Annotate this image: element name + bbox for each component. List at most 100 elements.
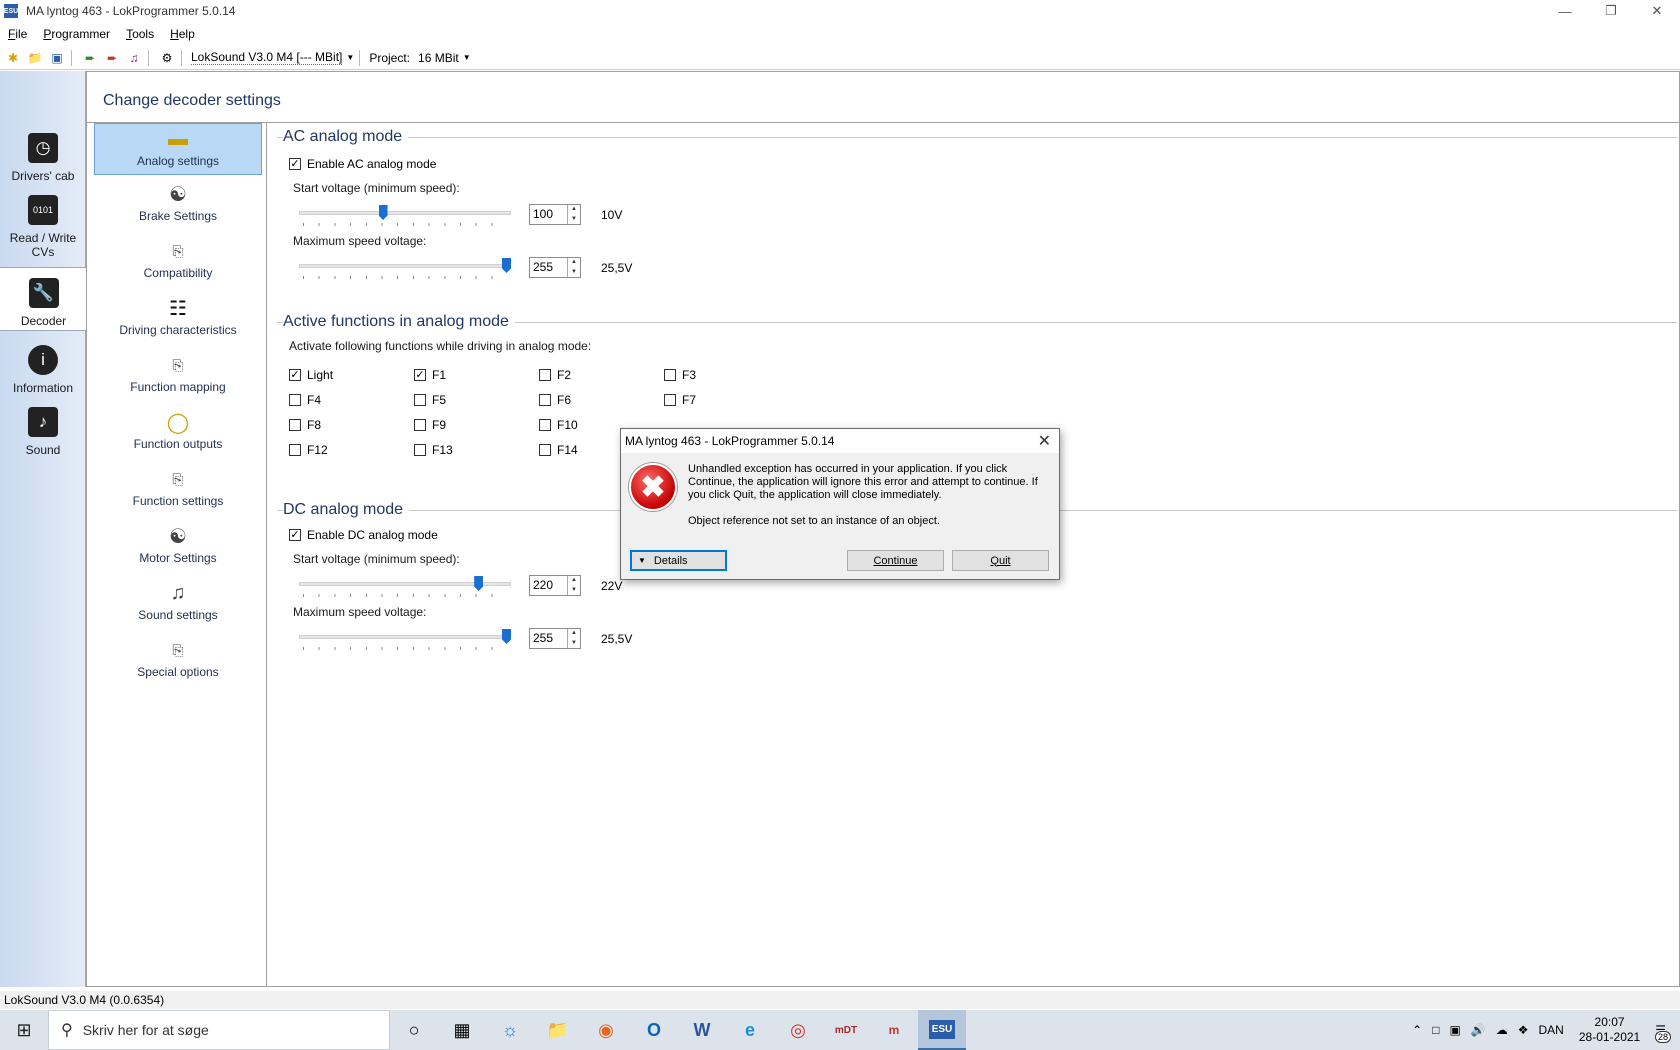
firefox-icon[interactable]: ◉ (582, 1010, 630, 1050)
spin-arrows[interactable]: ▲ ▼ (567, 258, 580, 277)
spin-arrows[interactable]: ▲ ▼ (567, 205, 580, 224)
spin-down-icon[interactable]: ▼ (568, 639, 580, 649)
quit-button[interactable]: Quit (952, 550, 1049, 571)
settings-item-driving[interactable]: ☷ Driving characteristics (94, 293, 262, 338)
cortana-icon[interactable]: ○ (390, 1010, 438, 1050)
spin-up-icon[interactable]: ▲ (568, 205, 580, 215)
esu-icon[interactable]: ESU (918, 1010, 966, 1050)
settings-item-label: Compatibility (143, 266, 213, 280)
chrome-icon[interactable]: ◎ (774, 1010, 822, 1050)
continue-button[interactable]: Continue (847, 550, 944, 571)
function-checkbox[interactable]: ✓ F1 (414, 368, 446, 382)
minimize-icon[interactable]: — (1542, 0, 1588, 22)
cloud-icon[interactable]: ☁ (1496, 1023, 1508, 1037)
details-button[interactable]: ▼ Details (630, 550, 727, 571)
dc-max-voltage-slider[interactable] (299, 629, 511, 653)
settings-item-compatibility[interactable]: ⎘ Compatibility (94, 236, 262, 281)
ac-max-voltage-input[interactable]: 255 ▲ ▼ (529, 257, 581, 278)
function-checkbox[interactable]: F12 (289, 443, 328, 457)
programmer-icon[interactable]: ⚙ (158, 49, 176, 67)
explorer-icon[interactable]: 📁 (534, 1010, 582, 1050)
sound-export-icon[interactable]: ♫ (125, 49, 143, 67)
menu-file[interactable]: File (0, 27, 35, 41)
ac-start-voltage-input[interactable]: 100 ▲ ▼ (529, 204, 581, 225)
export-icon[interactable]: ➨ (103, 49, 121, 67)
enable-dc-checkbox[interactable]: ✓ Enable DC analog mode (289, 528, 438, 542)
edge-icon[interactable]: ☼ (486, 1010, 534, 1050)
spin-up-icon[interactable]: ▲ (568, 629, 580, 639)
settings-item-brake[interactable]: ☯ Brake Settings (94, 179, 262, 224)
settings-item-motor[interactable]: ☯ Motor Settings (94, 521, 262, 566)
slider-thumb[interactable] (502, 258, 511, 273)
nav-information[interactable]: i Information (0, 345, 86, 395)
spin-down-icon[interactable]: ▼ (568, 586, 580, 596)
function-checkbox[interactable]: F10 (539, 418, 578, 432)
menu-programmer[interactable]: Programmer (35, 27, 118, 41)
function-checkbox[interactable]: F8 (289, 418, 321, 432)
close-icon[interactable]: ✕ (1038, 431, 1051, 451)
function-checkbox[interactable]: ✓ Light (289, 368, 333, 382)
windows-start-icon[interactable]: ⊞ (0, 1010, 48, 1050)
spin-up-icon[interactable]: ▲ (568, 576, 580, 586)
spin-up-icon[interactable]: ▲ (568, 258, 580, 268)
taskbar-search[interactable]: ⚲ Skriv her for at søge (48, 1010, 390, 1050)
ie-icon[interactable]: e (726, 1010, 774, 1050)
mdt-icon[interactable]: mDT (822, 1010, 870, 1050)
slider-thumb[interactable] (378, 205, 388, 220)
decoder-select[interactable]: LokSound V3.0 M4 [--- MBit] ▼ (191, 50, 354, 65)
chevron-up-icon[interactable]: ⌃ (1412, 1023, 1422, 1037)
taskview-icon[interactable]: ▦ (438, 1010, 486, 1050)
function-checkbox[interactable]: F9 (414, 418, 446, 432)
restore-icon[interactable]: ❐ (1588, 0, 1634, 22)
settings-item-function-outputs[interactable]: ◯ Function outputs (94, 407, 262, 452)
dc-max-voltage-input[interactable]: 255 ▲ ▼ (529, 628, 581, 649)
clock[interactable]: 20:07 28-01-2021 (1579, 1015, 1640, 1045)
nav-sound[interactable]: ♪ Sound (0, 407, 86, 457)
slider-thumb[interactable] (502, 629, 511, 644)
spin-arrows[interactable]: ▲ ▼ (567, 629, 580, 648)
function-checkbox[interactable]: F3 (664, 368, 696, 382)
new-file-icon[interactable]: ✱ (4, 49, 22, 67)
save-icon[interactable]: ▣ (48, 49, 66, 67)
network-icon[interactable]: ▣ (1449, 1023, 1460, 1037)
settings-item-function-mapping[interactable]: ⎘ Function mapping (94, 350, 262, 395)
function-checkbox[interactable]: F2 (539, 368, 571, 382)
settings-item-analog[interactable]: ▬ Analog settings (94, 123, 262, 175)
nav-drivers-cab[interactable]: ◷ Drivers' cab (0, 133, 86, 183)
function-checkbox[interactable]: F14 (539, 443, 578, 457)
dc-start-voltage-input[interactable]: 220 ▲ ▼ (529, 575, 581, 596)
menu-tools[interactable]: Tools (118, 27, 162, 41)
meeting-icon[interactable]: □ (1432, 1023, 1439, 1037)
outlook-icon[interactable]: O (630, 1010, 678, 1050)
notification-icon[interactable]: ☰ 28 (1654, 1023, 1671, 1043)
nav-decoder[interactable]: 🔧 Decoder (0, 267, 87, 331)
dropbox-icon[interactable]: ❖ (1518, 1023, 1529, 1037)
slider-thumb[interactable] (474, 576, 484, 591)
function-checkbox[interactable]: F13 (414, 443, 453, 457)
settings-item-sound[interactable]: ♫ Sound settings (94, 578, 262, 623)
ac-start-voltage-slider[interactable] (299, 205, 511, 229)
volume-icon[interactable]: 🔊 (1471, 1023, 1486, 1037)
language-indicator[interactable]: DAN (1539, 1023, 1564, 1037)
spin-down-icon[interactable]: ▼ (568, 268, 580, 278)
dc-start-voltage-slider[interactable] (299, 576, 511, 600)
function-checkbox[interactable]: F4 (289, 393, 321, 407)
ms-icon[interactable]: m (870, 1010, 918, 1050)
import-icon[interactable]: ➨ (81, 49, 99, 67)
left-navigation: ◷ Drivers' cab 0101 Read / Write CVs 🔧 D… (0, 71, 87, 987)
function-checkbox[interactable]: F5 (414, 393, 446, 407)
project-select[interactable]: 16 MBit ▼ (418, 51, 471, 65)
settings-item-special[interactable]: ⎘ Special options (94, 635, 262, 680)
function-checkbox[interactable]: F6 (539, 393, 571, 407)
spin-arrows[interactable]: ▲ ▼ (567, 576, 580, 595)
enable-ac-checkbox[interactable]: ✓ Enable AC analog mode (289, 157, 436, 171)
nav-read-write-cvs[interactable]: 0101 Read / Write CVs (0, 195, 86, 259)
open-folder-icon[interactable]: 📁 (26, 49, 44, 67)
menu-help[interactable]: Help (162, 27, 203, 41)
function-checkbox[interactable]: F7 (664, 393, 696, 407)
spin-down-icon[interactable]: ▼ (568, 215, 580, 225)
word-icon[interactable]: W (678, 1010, 726, 1050)
close-window-icon[interactable]: ✕ (1634, 0, 1680, 22)
ac-max-voltage-slider[interactable] (299, 258, 511, 282)
settings-item-function-settings[interactable]: ⎘ Function settings (94, 464, 262, 509)
